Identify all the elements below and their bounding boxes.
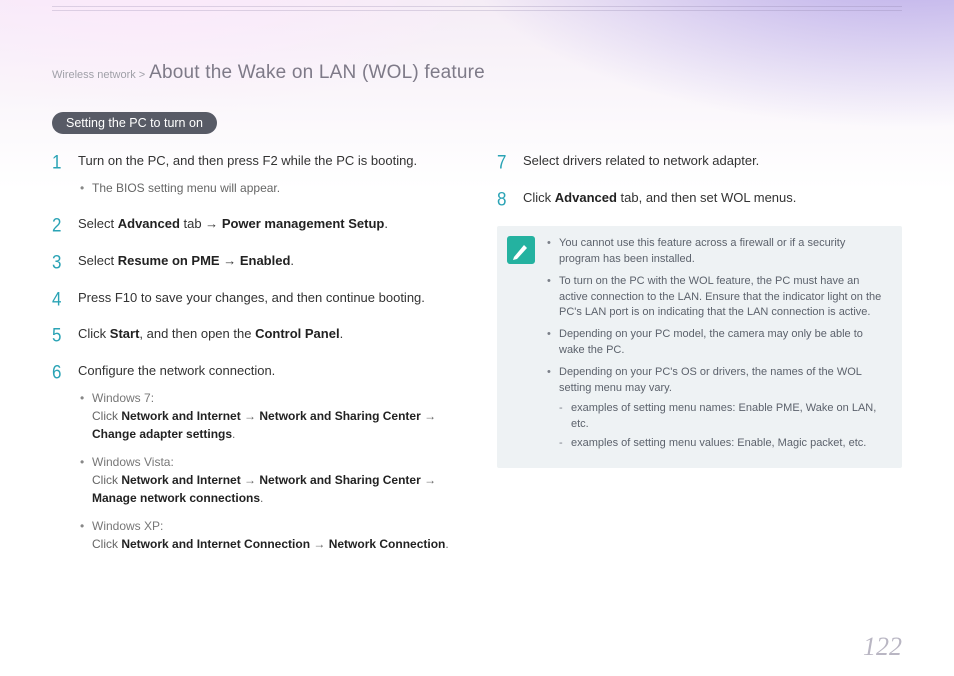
step-item: 7Select drivers related to network adapt… — [497, 152, 902, 171]
note-sublist: examples of setting menu names: Enable P… — [559, 401, 888, 452]
content-columns: 1 Turn on the PC, and then press F2 while… — [52, 152, 902, 571]
step-item: 2Select Advanced tab → Power management … — [52, 215, 457, 234]
breadcrumb-section: Wireless network > — [52, 69, 145, 81]
sub-text: Click Network and Internet Connection → … — [92, 537, 449, 551]
note-item: Depending on your PC's OS or drivers, th… — [547, 365, 888, 452]
note-item: To turn on the PC with the WOL feature, … — [547, 274, 888, 322]
sub-item: Windows 7: Click Network and Internet → N… — [78, 389, 457, 443]
step-item: 1 Turn on the PC, and then press F2 while… — [52, 152, 457, 197]
bold-text: Advanced — [555, 190, 617, 205]
note-subitem: examples of setting menu values: Enable,… — [559, 436, 888, 452]
step-text: Press F10 to save your changes, and then… — [78, 290, 425, 305]
bold-text: Advanced — [118, 216, 180, 231]
step-number: 2 — [52, 212, 72, 240]
header-rule — [52, 6, 902, 11]
page-number: 122 — [863, 632, 902, 662]
sub-item: The BIOS setting menu will appear. — [78, 179, 457, 197]
section-pill: Setting the PC to turn on — [52, 112, 217, 134]
step-number: 6 — [52, 359, 72, 387]
sub-list: The BIOS setting menu will appear. — [78, 179, 457, 197]
bold-text: Network Connection — [329, 537, 446, 551]
step-number: 7 — [497, 149, 517, 177]
steps-right: 7 Select drivers related to network adapt… — [497, 152, 902, 208]
bold-text: Start — [110, 326, 140, 341]
note-box: You cannot use this feature across a fir… — [497, 226, 902, 468]
note-subitem: examples of setting menu names: Enable P… — [559, 401, 888, 433]
step-number: 3 — [52, 249, 72, 277]
step-text: Select Resume on PME → Enabled. — [78, 253, 294, 268]
step-item: 8Click Advanced tab, and then set WOL me… — [497, 189, 902, 208]
step-item: 6 Configure the network connection. Window… — [52, 362, 457, 553]
sub-item: Windows Vista: Click Network and Internet… — [78, 453, 457, 507]
sub-lead: Windows 7: — [92, 391, 154, 405]
sub-text: Click Network and Internet → Network and… — [92, 409, 436, 441]
step-text: Select Advanced tab → Power management S… — [78, 216, 388, 231]
steps-left: 1 Turn on the PC, and then press F2 while… — [52, 152, 457, 553]
breadcrumb: Wireless network > About the Wake on LAN… — [52, 62, 902, 84]
left-column: 1 Turn on the PC, and then press F2 while… — [52, 152, 457, 571]
right-column: 7 Select drivers related to network adapt… — [497, 152, 902, 571]
step-item: 3Select Resume on PME → Enabled. — [52, 252, 457, 271]
step-number: 1 — [52, 149, 72, 177]
bold-text: Network and Internet — [121, 473, 240, 487]
note-text: To turn on the PC with the WOL feature, … — [559, 275, 881, 319]
bold-text: Control Panel — [255, 326, 340, 341]
bold-text: Power management Setup — [222, 216, 385, 231]
sub-lead: Windows XP: — [92, 519, 163, 533]
step-number: 5 — [52, 323, 72, 351]
note-text: Depending on your PC model, the camera m… — [559, 328, 863, 356]
sub-list: Windows 7: Click Network and Internet → N… — [78, 389, 457, 553]
page-title: About the Wake on LAN (WOL) feature — [149, 62, 485, 83]
bold-text: Network and Internet — [121, 409, 240, 423]
step-item: 5Click Start, and then open the Control … — [52, 325, 457, 344]
step-text: Turn on the PC, and then press F2 while … — [78, 153, 417, 168]
step-text: Click Start, and then open the Control P… — [78, 326, 343, 341]
note-subtext: examples of setting menu values: Enable,… — [571, 437, 866, 449]
bold-text: Enabled — [240, 253, 291, 268]
bold-text: Change adapter settings — [92, 427, 232, 441]
note-item: You cannot use this feature across a fir… — [547, 236, 888, 268]
step-item: 4Press F10 to save your changes, and the… — [52, 289, 457, 308]
bold-text: Manage network connections — [92, 491, 260, 505]
bold-text: Network and Internet Connection — [121, 537, 310, 551]
sub-text: The BIOS setting menu will appear. — [92, 181, 280, 195]
note-text: Depending on your PC's OS or drivers, th… — [559, 366, 862, 394]
bold-text: Network and Sharing Center — [259, 473, 420, 487]
sub-item: Windows XP: Click Network and Internet Co… — [78, 517, 457, 553]
note-subtext: examples of setting menu names: Enable P… — [571, 402, 876, 430]
note-list: You cannot use this feature across a fir… — [547, 236, 888, 458]
step-text: Select drivers related to network adapte… — [523, 153, 759, 168]
bold-text: Resume on PME — [118, 253, 220, 268]
bold-text: Network and Sharing Center — [259, 409, 420, 423]
step-number: 8 — [497, 186, 517, 214]
note-text: You cannot use this feature across a fir… — [559, 237, 845, 265]
step-text: Configure the network connection. — [78, 363, 275, 378]
note-item: Depending on your PC model, the camera m… — [547, 327, 888, 359]
sub-lead: Windows Vista: — [92, 455, 174, 469]
note-icon — [507, 236, 535, 264]
step-number: 4 — [52, 286, 72, 314]
step-text: Click Advanced tab, and then set WOL men… — [523, 190, 796, 205]
sub-text: Click Network and Internet → Network and… — [92, 473, 436, 505]
